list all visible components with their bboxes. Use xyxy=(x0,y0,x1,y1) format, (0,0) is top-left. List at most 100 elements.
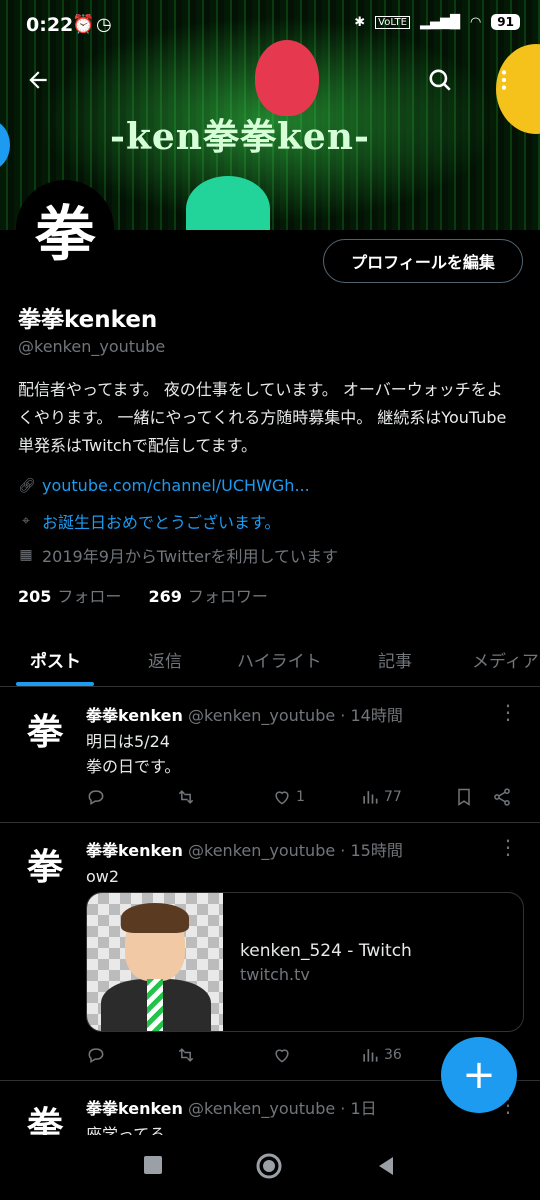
post-author-handle: @kenken_youtube xyxy=(188,841,336,860)
birthday-row: ⌖ お誕生日おめでとうございます。 xyxy=(18,509,280,533)
share-button[interactable] xyxy=(492,787,512,807)
follow-stats: 205 フォロー 269 フォロワー xyxy=(18,583,268,607)
profile-avatar[interactable]: 拳 xyxy=(16,180,114,278)
post-header: 拳拳kenken @kenken_youtube · 15時間 xyxy=(86,837,403,861)
profile-link-row[interactable]: 🔗︎ youtube.com/channel/UCHWGh... xyxy=(18,476,310,495)
heart-icon xyxy=(275,791,289,805)
share-icon xyxy=(494,788,510,806)
tab-media[interactable]: メディア xyxy=(472,647,539,672)
following-stat[interactable]: 205 フォロー xyxy=(18,587,121,606)
home-circle-icon xyxy=(256,1153,282,1179)
back-button[interactable] xyxy=(18,60,58,100)
bluetooth-icon: ✱ xyxy=(354,14,366,30)
views-chart-icon xyxy=(363,1049,378,1062)
profile-handle: @kenken_youtube xyxy=(18,337,166,356)
heart-icon xyxy=(275,1049,289,1063)
bookmark-button[interactable] xyxy=(454,787,474,807)
banner-logo: -ken拳拳ken- xyxy=(110,116,370,158)
square-icon xyxy=(144,1156,162,1174)
like-button[interactable]: 1 xyxy=(272,787,305,807)
views-chart-icon xyxy=(363,791,378,804)
post-time: · 1日 xyxy=(340,1099,377,1118)
birthday-text[interactable]: お誕生日おめでとうございます。 xyxy=(42,509,280,533)
tab-articles[interactable]: 記事 xyxy=(378,647,412,672)
tab-posts[interactable]: ポスト xyxy=(30,647,81,672)
home-button[interactable] xyxy=(255,1152,283,1184)
tab-highlights[interactable]: ハイライト xyxy=(237,647,322,672)
status-time: 0:22 xyxy=(26,14,74,36)
followers-stat[interactable]: 269 フォロワー xyxy=(149,587,268,606)
profile-tabs: ポスト 返信 ハイライト 記事 メディア xyxy=(0,633,540,687)
reply-button[interactable] xyxy=(86,1045,106,1065)
status-bar: 0:22 ⏰ ◷ ✱ VoLTE ▂▄▆█ ◠ 91 xyxy=(0,0,540,52)
active-tab-indicator xyxy=(16,682,94,686)
post-author-name: 拳拳kenken xyxy=(86,1099,183,1118)
wifi-icon: ◠ xyxy=(469,14,482,30)
profile-link[interactable]: youtube.com/channel/UCHWGh... xyxy=(42,476,310,495)
repost-icon xyxy=(178,790,194,804)
recents-button[interactable] xyxy=(143,1155,163,1179)
joined-row: ▦ 2019年9月からTwitterを利用しています xyxy=(18,543,338,567)
edit-profile-button[interactable]: プロフィールを編集 xyxy=(323,239,523,283)
post-item[interactable]: 拳 拳拳kenken @kenken_youtube · 14時間 ⋮ 明日は5… xyxy=(0,688,540,823)
following-label: フォロー xyxy=(57,587,122,606)
battery-indicator: 91 xyxy=(491,14,520,30)
post-text-line: ow2 xyxy=(86,867,120,886)
post-header: 拳拳kenken @kenken_youtube · 14時間 xyxy=(86,702,403,726)
post-time: · 14時間 xyxy=(340,706,403,725)
post-avatar[interactable]: 拳 xyxy=(18,702,72,756)
followers-label: フォロワー xyxy=(187,587,268,606)
link-card[interactable]: kenken_524 - Twitch twitch.tv xyxy=(86,892,524,1032)
like-button[interactable] xyxy=(272,1045,292,1065)
post-more-icon[interactable]: ⋮ xyxy=(498,835,518,859)
clock-icon: ◷ xyxy=(96,14,112,35)
plus-icon: + xyxy=(462,1052,496,1098)
post-actions: 1 77 xyxy=(86,787,526,811)
calendar-icon: ▦ xyxy=(19,547,33,563)
repost-icon xyxy=(178,1048,194,1062)
post-header: 拳拳kenken @kenken_youtube · 1日 xyxy=(86,1095,377,1119)
joined-text: 2019年9月からTwitterを利用しています xyxy=(42,547,339,566)
more-button[interactable] xyxy=(484,60,524,100)
post-more-icon[interactable]: ⋮ xyxy=(498,700,518,724)
tab-replies[interactable]: 返信 xyxy=(148,647,182,672)
post-author-handle: @kenken_youtube xyxy=(188,706,336,725)
profile-bio: 配信者やってます。 夜の仕事をしています。 オーバーウォッチをよくやります。 一… xyxy=(18,380,507,455)
reply-icon xyxy=(88,1048,104,1063)
link-icon: 🔗︎ xyxy=(18,477,36,494)
post-time: · 15時間 xyxy=(340,841,403,860)
views-count: 36 xyxy=(384,1047,402,1063)
compose-button[interactable]: + xyxy=(441,1037,517,1113)
reply-icon xyxy=(88,790,104,805)
views-button[interactable]: 77 xyxy=(360,787,402,807)
status-icons: ✱ VoLTE ▂▄▆█ ◠ 91 xyxy=(354,14,520,30)
post-author-name: 拳拳kenken xyxy=(86,841,183,860)
profile-name: 拳拳kenken xyxy=(18,307,158,333)
post-author-handle: @kenken_youtube xyxy=(188,1099,336,1118)
post-text-line: 拳の日です。 xyxy=(86,757,181,776)
alarm-icon: ⏰ xyxy=(72,14,95,35)
repost-button[interactable] xyxy=(176,787,196,807)
bookmark-icon xyxy=(458,788,470,806)
search-icon xyxy=(429,69,451,91)
followers-count: 269 xyxy=(148,587,182,606)
repost-button[interactable] xyxy=(176,1045,196,1065)
reply-button[interactable] xyxy=(86,787,106,807)
views-button[interactable]: 36 xyxy=(360,1045,402,1065)
back-nav-button[interactable] xyxy=(375,1155,397,1181)
thumbnail-figure xyxy=(147,979,163,1031)
views-count: 77 xyxy=(384,789,402,805)
link-card-domain: twitch.tv xyxy=(240,965,310,984)
post-text-line: 明日は5/24 xyxy=(86,732,170,751)
more-vertical-icon xyxy=(501,70,507,90)
volte-badge: VoLTE xyxy=(375,15,410,29)
triangle-back-icon xyxy=(379,1157,393,1175)
arrow-left-icon xyxy=(29,71,47,89)
following-count: 205 xyxy=(18,587,52,606)
link-card-thumbnail xyxy=(87,893,223,1031)
search-button[interactable] xyxy=(420,60,460,100)
location-pin-icon: ⌖ xyxy=(22,513,30,529)
post-avatar[interactable]: 拳 xyxy=(18,837,72,891)
like-count: 1 xyxy=(296,789,305,805)
link-card-title: kenken_524 - Twitch xyxy=(240,941,412,961)
